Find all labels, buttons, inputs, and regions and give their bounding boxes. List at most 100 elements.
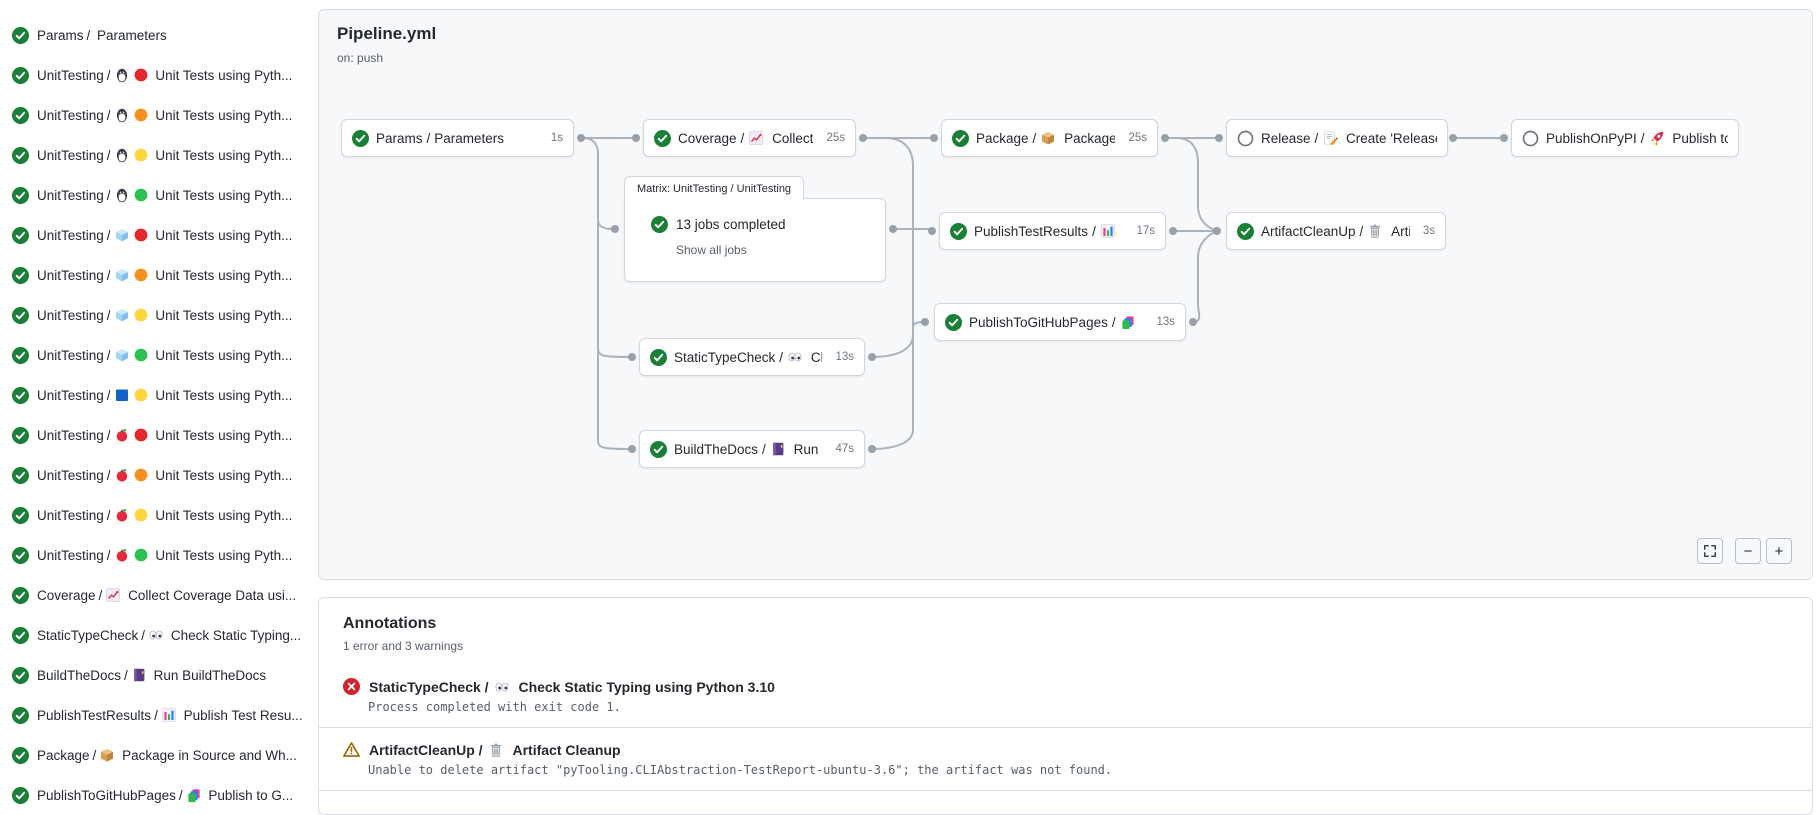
- node-duration: 3s: [1417, 225, 1435, 237]
- node-step-label: Parameters: [434, 131, 504, 146]
- sidebar-job-item[interactable]: UnitTesting / Unit Tests using Pyth...: [0, 95, 318, 135]
- job-name: UnitTesting: [37, 468, 104, 483]
- sidebar-job-item[interactable]: UnitTesting / Unit Tests using Pyth...: [0, 55, 318, 95]
- annotation-title: ArtifactCleanUp / Artifact Cleanup: [369, 742, 621, 758]
- job-step-label: Package in Source and Wh...: [118, 748, 297, 763]
- skipped-circle-icon: [1237, 130, 1254, 147]
- node-job-name: PublishToGitHubPages: [969, 315, 1108, 330]
- apple-icon: [114, 507, 130, 523]
- sidebar-job-item[interactable]: UnitTesting / Unit Tests using Pyth...: [0, 535, 318, 575]
- workflow-graph-panel: Pipeline.yml on: push: [318, 9, 1813, 580]
- node-duration: 1s: [545, 132, 563, 144]
- jobs-sidebar: Params / ParametersUnitTesting / Unit Te…: [0, 0, 318, 815]
- sidebar-job-item[interactable]: UnitTesting / Unit Tests using Pyth...: [0, 255, 318, 295]
- sidebar-job-item[interactable]: UnitTesting / Unit Tests using Pyth...: [0, 135, 318, 175]
- trash-icon: [1367, 223, 1383, 239]
- node-duration: 13s: [829, 351, 854, 363]
- job-name: StaticTypeCheck: [37, 628, 138, 643]
- job-step-label: Collect Coverage Data usi...: [124, 588, 296, 603]
- show-all-jobs-link[interactable]: Show all jobs: [676, 243, 747, 257]
- apple-icon: [114, 467, 130, 483]
- node-step-label: Package in So...: [1060, 131, 1115, 146]
- sidebar-job-item[interactable]: UnitTesting / Unit Tests using Pyth...: [0, 215, 318, 255]
- node-step-label: Collect Cove...: [768, 131, 813, 146]
- fullscreen-button[interactable]: [1697, 538, 1723, 564]
- notebook-icon: [770, 441, 786, 457]
- job-name: UnitTesting: [37, 68, 104, 83]
- sidebar-job-item[interactable]: PublishTestResults / Publish Test Resu..…: [0, 695, 318, 735]
- fullscreen-icon: [1703, 544, 1717, 558]
- job-name: UnitTesting: [37, 108, 104, 123]
- success-check-icon: [950, 223, 967, 240]
- zoom-out-button[interactable]: −: [1735, 538, 1761, 564]
- matrix-status-text: 13 jobs completed: [676, 217, 786, 232]
- node-job-name: ArtifactCleanUp: [1261, 224, 1356, 239]
- sidebar-job-item[interactable]: UnitTesting / Unit Tests using Pyth...: [0, 495, 318, 535]
- graph-node-pypi[interactable]: PublishOnPyPI / Publish to ...: [1511, 119, 1739, 157]
- job-step-label: Unit Tests using Pyth...: [152, 548, 293, 563]
- sidebar-job-item[interactable]: UnitTesting / Unit Tests using Pyth...: [0, 375, 318, 415]
- node-step-label: Chec...: [807, 350, 822, 365]
- success-check-icon: [12, 27, 29, 44]
- sidebar-job-item[interactable]: StaticTypeCheck / Check Static Typing...: [0, 615, 318, 655]
- dot-green-icon: [133, 187, 149, 203]
- sidebar-job-item[interactable]: Params / Parameters: [0, 15, 318, 55]
- job-name: UnitTesting: [37, 348, 104, 363]
- apple-icon: [114, 427, 130, 443]
- job-name: UnitTesting: [37, 148, 104, 163]
- workflow-run-page: Params / ParametersUnitTesting / Unit Te…: [0, 0, 1818, 815]
- sidebar-job-item[interactable]: UnitTesting / Unit Tests using Pyth...: [0, 175, 318, 215]
- rocket-icon: [1649, 130, 1665, 146]
- job-name: UnitTesting: [37, 228, 104, 243]
- job-step-label: Unit Tests using Pyth...: [152, 428, 293, 443]
- job-name: UnitTesting: [37, 508, 104, 523]
- success-check-icon: [12, 667, 29, 684]
- success-check-icon: [654, 130, 671, 147]
- sidebar-job-item[interactable]: UnitTesting / Unit Tests using Pyth...: [0, 335, 318, 375]
- node-job-name: Coverage: [678, 131, 737, 146]
- success-check-icon: [352, 130, 369, 147]
- node-job-name: Params: [376, 131, 423, 146]
- dot-orange-icon: [133, 107, 149, 123]
- bar-chart-icon: [1100, 223, 1116, 239]
- sidebar-job-item[interactable]: PublishToGitHubPages / Publish to G...: [0, 775, 318, 815]
- sidebar-job-item[interactable]: Coverage / Collect Coverage Data usi...: [0, 575, 318, 615]
- success-check-icon: [12, 747, 29, 764]
- job-name: UnitTesting: [37, 188, 104, 203]
- success-check-icon: [12, 147, 29, 164]
- success-check-icon: [12, 787, 29, 804]
- success-check-icon: [12, 467, 29, 484]
- dot-yellow-icon: [133, 387, 149, 403]
- job-step-label: Unit Tests using Pyth...: [152, 148, 293, 163]
- graph-node-coverage[interactable]: Coverage / Collect Cove...25s: [643, 119, 856, 157]
- dot-yellow-icon: [133, 507, 149, 523]
- dot-orange-icon: [133, 267, 149, 283]
- success-check-icon: [12, 67, 29, 84]
- sidebar-job-item[interactable]: Package / Package in Source and Wh...: [0, 735, 318, 775]
- sidebar-job-item[interactable]: UnitTesting / Unit Tests using Pyth...: [0, 455, 318, 495]
- graph-node-stc[interactable]: StaticTypeCheck / Chec...13s: [639, 338, 865, 376]
- success-check-icon: [12, 547, 29, 564]
- graph-node-params[interactable]: Params / Parameters1s: [341, 119, 574, 157]
- dot-orange-icon: [133, 467, 149, 483]
- zoom-in-button[interactable]: +: [1766, 538, 1792, 564]
- success-check-icon: [651, 216, 668, 233]
- graph-node-package[interactable]: Package / Package in So...25s: [941, 119, 1158, 157]
- node-job-name: Package: [976, 131, 1029, 146]
- graph-node-btd[interactable]: BuildTheDocs / Run Buil...47s: [639, 430, 865, 468]
- success-check-icon: [650, 349, 667, 366]
- sidebar-job-item[interactable]: UnitTesting / Unit Tests using Pyth...: [0, 415, 318, 455]
- success-check-icon: [12, 707, 29, 724]
- trash-icon: [488, 742, 504, 758]
- annotation-message: Unable to delete artifact "pyTooling.CLI…: [368, 763, 1788, 777]
- graph-node-acu[interactable]: ArtifactCleanUp / Artifac...3s: [1226, 212, 1446, 250]
- graph-node-pghp[interactable]: PublishToGitHubPages / ...13s: [934, 303, 1186, 341]
- sidebar-job-item[interactable]: BuildTheDocs / Run BuildTheDocs: [0, 655, 318, 695]
- node-job-name: PublishTestResults: [974, 224, 1088, 239]
- dot-red-icon: [133, 227, 149, 243]
- sidebar-job-item[interactable]: UnitTesting / Unit Tests using Pyth...: [0, 295, 318, 335]
- dot-red-icon: [133, 427, 149, 443]
- graph-node-release[interactable]: Release / Create 'Release P...: [1226, 119, 1448, 157]
- node-duration: 13s: [1150, 316, 1175, 328]
- graph-node-ptr[interactable]: PublishTestResults / Pu...17s: [939, 212, 1166, 250]
